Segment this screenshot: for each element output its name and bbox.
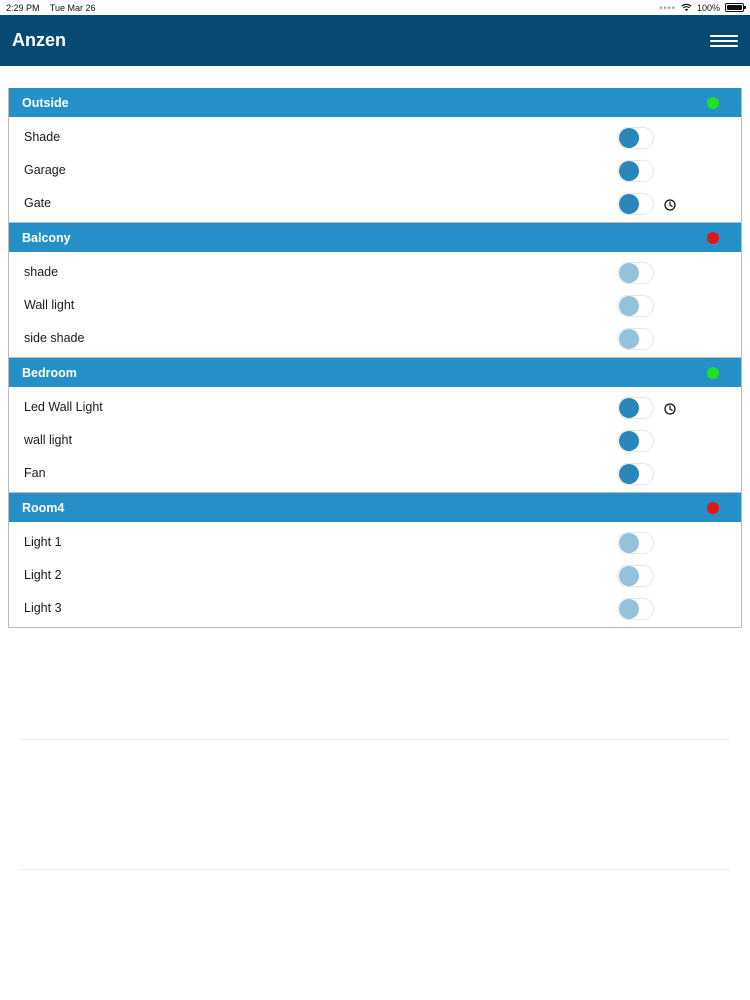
room-header[interactable]: Outside	[9, 88, 741, 117]
device-row: Light 2	[9, 558, 741, 591]
status-time: 2:29 PM	[6, 2, 40, 13]
device-row: Garage	[9, 153, 741, 186]
room-section: Balcony shade Wall light side shade	[8, 223, 742, 358]
room-header[interactable]: Balcony	[9, 223, 741, 252]
cellular-signal-icon: ••••	[659, 2, 676, 13]
device-name: Shade	[24, 129, 61, 144]
device-toggle[interactable]	[617, 127, 654, 149]
app-bar: Anzen	[0, 15, 750, 66]
device-row: wall light	[9, 423, 741, 456]
device-name: Garage	[24, 162, 66, 177]
device-toggle[interactable]	[617, 532, 654, 554]
room-status-dot	[707, 231, 719, 244]
empty-row-divider	[20, 869, 730, 870]
toggle-knob	[619, 296, 639, 316]
device-toggle[interactable]	[617, 397, 654, 419]
battery-percent: 100%	[696, 2, 720, 13]
toggle-knob	[619, 566, 639, 586]
room-status-dot	[707, 501, 719, 514]
room-name: Room4	[22, 500, 65, 515]
room-status-dot	[707, 96, 719, 109]
device-name: side shade	[24, 330, 85, 345]
room-name: Outside	[22, 95, 69, 110]
room-list: Outside Shade Garage Gate Balcony shade Wall l…	[0, 66, 750, 628]
hamburger-menu-icon[interactable]	[710, 29, 738, 53]
toggle-knob	[619, 464, 639, 484]
status-bar: 2:29 PM Tue Mar 26 •••• 100%	[0, 0, 750, 15]
device-toggle[interactable]	[617, 598, 654, 620]
toggle-knob	[619, 599, 639, 619]
status-date: Tue Mar 26	[49, 2, 96, 13]
device-list: shade Wall light side shade	[9, 252, 741, 357]
device-toggle[interactable]	[617, 295, 654, 317]
toggle-knob	[619, 431, 639, 451]
device-list: Shade Garage Gate	[9, 117, 741, 222]
device-toggle[interactable]	[617, 262, 654, 284]
status-left: 2:29 PM Tue Mar 26	[6, 3, 104, 13]
room-status-dot	[707, 366, 719, 379]
room-header[interactable]: Room4	[9, 493, 741, 522]
clock-icon[interactable]	[664, 403, 676, 415]
room-section: Bedroom Led Wall Light wall light Fan	[8, 358, 742, 493]
toggle-knob	[619, 329, 639, 349]
battery-icon	[725, 3, 746, 12]
room-name: Bedroom	[22, 365, 77, 380]
status-right: •••• 100%	[659, 2, 746, 13]
device-row: shade	[9, 255, 741, 288]
device-list: Light 1 Light 2 Light 3	[9, 522, 741, 627]
toggle-knob	[619, 398, 639, 418]
device-name: Fan	[24, 465, 46, 480]
clock-icon[interactable]	[664, 199, 676, 211]
device-row: Shade	[9, 120, 741, 153]
toggle-knob	[619, 161, 639, 181]
device-name: wall light	[24, 432, 72, 447]
toggle-knob	[619, 263, 639, 283]
device-row: side shade	[9, 321, 741, 354]
app-title: Anzen	[12, 30, 66, 50]
room-name: Balcony	[22, 230, 71, 245]
device-name: Light 2	[24, 567, 62, 582]
wifi-icon	[681, 3, 692, 12]
toggle-knob	[619, 533, 639, 553]
device-toggle[interactable]	[617, 160, 654, 182]
toggle-knob	[619, 194, 639, 214]
toggle-knob	[619, 128, 639, 148]
device-row: Led Wall Light	[9, 390, 741, 423]
device-row: Wall light	[9, 288, 741, 321]
device-toggle[interactable]	[617, 565, 654, 587]
device-row: Gate	[9, 186, 741, 219]
room-section: Outside Shade Garage Gate	[8, 88, 742, 223]
room-header[interactable]: Bedroom	[9, 358, 741, 387]
room-section: Room4 Light 1 Light 2 Light 3	[8, 493, 742, 628]
device-name: Light 3	[24, 600, 62, 615]
device-toggle[interactable]	[617, 430, 654, 452]
device-toggle[interactable]	[617, 463, 654, 485]
device-row: Fan	[9, 456, 741, 489]
device-toggle[interactable]	[617, 328, 654, 350]
device-name: shade	[24, 264, 59, 279]
empty-row-divider	[20, 739, 730, 740]
device-name: Gate	[24, 195, 52, 210]
device-name: Light 1	[24, 534, 62, 549]
device-name: Led Wall Light	[24, 399, 103, 414]
device-row: Light 1	[9, 525, 741, 558]
device-list: Led Wall Light wall light Fan	[9, 387, 741, 492]
device-name: Wall light	[24, 297, 75, 312]
device-toggle[interactable]	[617, 193, 654, 215]
device-row: Light 3	[9, 591, 741, 624]
